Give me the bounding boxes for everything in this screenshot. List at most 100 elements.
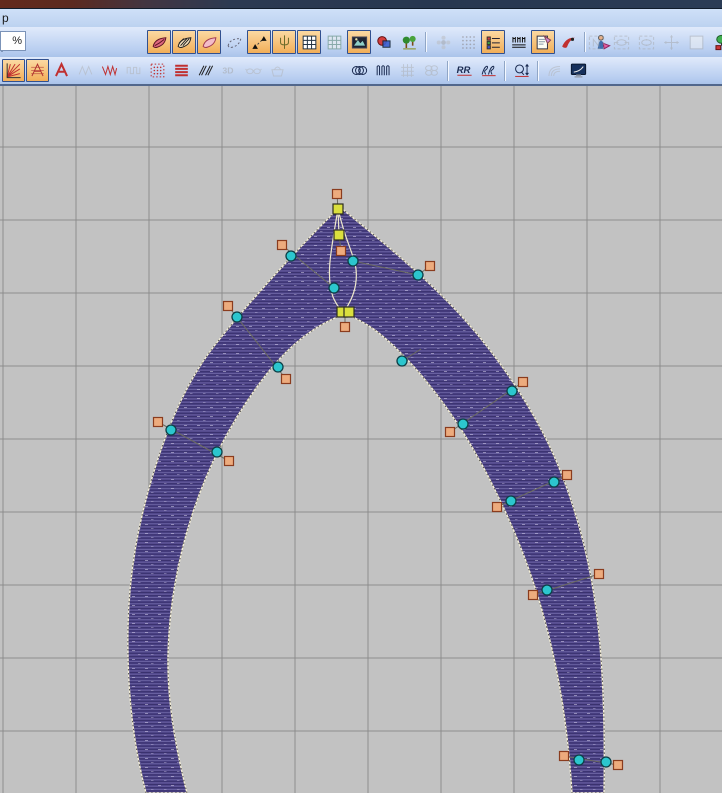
tool-weave-grid-button[interactable] [396, 59, 419, 82]
tool-needle-button[interactable] [272, 30, 296, 54]
glasses-gray-icon [244, 61, 263, 80]
three-d-icon: 3D [220, 61, 239, 80]
curve-node-cyan[interactable] [328, 282, 340, 294]
tool-monitor-button[interactable] [567, 59, 590, 82]
anchor-square-yellow[interactable] [333, 229, 345, 241]
curve-node-cyan[interactable] [573, 754, 585, 766]
tool-xx-loops-button[interactable] [477, 59, 500, 82]
tool-flower-gray-button[interactable] [431, 30, 455, 54]
window-titlebar-edge [0, 0, 722, 9]
curve-node-cyan[interactable] [396, 355, 408, 367]
tool-stitch-people-button[interactable] [506, 30, 530, 54]
tool-properties-doc-button[interactable] [531, 30, 555, 54]
tool-rr-letters-button[interactable]: RR [453, 59, 476, 82]
curve-node-cyan[interactable] [457, 418, 469, 430]
offset-square-orange[interactable] [612, 759, 624, 771]
main-toolbar: % [0, 27, 722, 57]
mirror-v-box-icon [637, 33, 656, 52]
anchor-square-yellow[interactable] [332, 203, 344, 215]
offset-square-orange[interactable] [152, 416, 164, 428]
offset-square-orange[interactable] [331, 188, 343, 200]
curve-node-cyan[interactable] [285, 250, 297, 262]
curve-node-cyan[interactable] [211, 446, 223, 458]
tool-outline-leaf-button[interactable] [197, 30, 221, 54]
curve-node-cyan[interactable] [541, 584, 553, 596]
tool-fill-leaf-button[interactable] [147, 30, 171, 54]
center-cross-icon [662, 33, 681, 52]
stitch-toolbar: 3D RR [0, 57, 722, 86]
tool-satin-lines-button[interactable] [170, 59, 193, 82]
curve-node-cyan[interactable] [506, 385, 518, 397]
tool-hatch-w-button[interactable] [194, 59, 217, 82]
curve-node-cyan[interactable] [548, 476, 560, 488]
tool-bitmap-button[interactable] [347, 30, 371, 54]
offset-square-orange[interactable] [335, 245, 347, 257]
offset-square-orange[interactable] [561, 469, 573, 481]
tool-dot-grid-button[interactable] [456, 30, 480, 54]
circles-ooo-icon [350, 61, 369, 80]
tool-fan-stitch-button[interactable] [2, 59, 25, 82]
tool-pattern-fill-button[interactable] [146, 59, 169, 82]
curve-node-cyan[interactable] [231, 311, 243, 323]
tool-three-d-button[interactable]: 3D [218, 59, 241, 82]
offset-square-orange[interactable] [280, 373, 292, 385]
curve-node-cyan[interactable] [165, 424, 177, 436]
tool-mirror-v-box-button[interactable] [634, 30, 658, 54]
offset-square-orange[interactable] [491, 501, 503, 513]
toolbar-separator [425, 32, 427, 52]
tool-zigzag-gray-button[interactable] [74, 59, 97, 82]
tool-mirror-h-box-button[interactable] [609, 30, 633, 54]
tool-overlap-shapes-button[interactable] [372, 30, 396, 54]
offset-square-orange[interactable] [558, 750, 570, 762]
offset-square-orange[interactable] [527, 589, 539, 601]
menu-item-partial[interactable]: p [2, 11, 9, 25]
tool-blank-square-button[interactable] [684, 30, 708, 54]
tool-balloon-group-button[interactable] [709, 30, 722, 54]
tool-chain-88-button[interactable] [420, 59, 443, 82]
tool-w-stitch-button[interactable] [98, 59, 121, 82]
anchor-square-yellow[interactable] [343, 306, 355, 318]
main-toolbar-left-group [147, 30, 614, 54]
offset-square-orange[interactable] [223, 455, 235, 467]
curve-node-cyan[interactable] [600, 756, 612, 768]
tool-square-wave-button[interactable] [372, 59, 395, 82]
tool-arcs-gray-button[interactable] [543, 59, 566, 82]
overlap-shapes-icon [375, 33, 394, 52]
offset-square-orange[interactable] [339, 321, 351, 333]
tool-e-stitch-gray-button[interactable] [122, 59, 145, 82]
embroidery-object[interactable] [127, 206, 606, 793]
offset-square-orange[interactable] [593, 568, 605, 580]
tool-circles-ooo-button[interactable] [348, 59, 371, 82]
tool-reshape-box-n-button[interactable] [584, 30, 608, 54]
tool-grid-alt-button[interactable] [322, 30, 346, 54]
offset-square-orange[interactable] [424, 260, 436, 272]
tool-motif-a-button[interactable] [50, 59, 73, 82]
tool-center-cross-button[interactable] [659, 30, 683, 54]
mirror-h-box-icon [612, 33, 631, 52]
reshape-box-n-icon [587, 33, 606, 52]
tool-tatami-a-button[interactable] [26, 59, 49, 82]
zoom-percent-box[interactable]: % [0, 31, 26, 51]
offset-square-orange[interactable] [276, 239, 288, 251]
curve-node-cyan[interactable] [272, 361, 284, 373]
tool-q-updown-button[interactable] [510, 59, 533, 82]
tool-dashed-shape-button[interactable] [222, 30, 246, 54]
tool-trees-button[interactable] [397, 30, 421, 54]
tool-basket-gray-button[interactable] [266, 59, 289, 82]
tool-hatch-leaf-button[interactable] [172, 30, 196, 54]
design-canvas[interactable] [0, 86, 722, 793]
tool-grid-on-button[interactable] [297, 30, 321, 54]
curve-node-cyan[interactable] [412, 269, 424, 281]
tool-red-swoosh-button[interactable] [556, 30, 580, 54]
tool-reshape-nodes-button[interactable] [247, 30, 271, 54]
tool-glasses-gray-button[interactable] [242, 59, 265, 82]
offset-square-orange[interactable] [444, 426, 456, 438]
menu-bar[interactable]: p [0, 9, 722, 27]
offset-square-orange[interactable] [517, 376, 529, 388]
curve-node-cyan[interactable] [347, 255, 359, 267]
reshape-nodes-icon [250, 33, 269, 52]
tool-color-list-button[interactable] [481, 30, 505, 54]
design-canvas-area[interactable] [0, 86, 722, 793]
curve-node-cyan[interactable] [505, 495, 517, 507]
offset-square-orange[interactable] [222, 300, 234, 312]
